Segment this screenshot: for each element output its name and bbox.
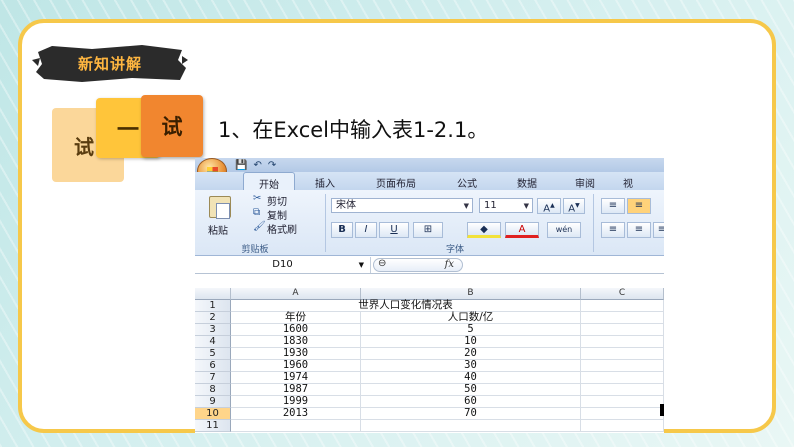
fill-color-button[interactable]: ◆ [467,222,501,238]
shrink-font-button[interactable]: A▼ [563,198,585,214]
row-header[interactable]: 1 [195,300,231,312]
year-cell[interactable]: 2013 [231,408,361,420]
fx-icon: fx [444,259,454,270]
tab-page-layout[interactable]: 页面布局 [355,172,437,190]
table-cell[interactable] [581,300,664,312]
format-painter-button[interactable]: 格式刷 [267,221,297,236]
name-box[interactable]: D10 ▼ [195,257,371,273]
table-cell[interactable] [581,348,664,360]
section-badge-label: 新知讲解 [77,54,142,73]
row-header[interactable]: 5 [195,348,231,360]
table-cell[interactable] [581,384,664,396]
select-all-corner[interactable] [195,288,231,300]
row-header[interactable]: 2 [195,312,231,324]
column-header-a[interactable]: A [231,288,361,300]
tab-insert[interactable]: 插入 [295,172,355,190]
ribbon-gap [195,275,664,286]
row-header[interactable]: 10 [195,408,231,420]
table-cell[interactable] [581,324,664,336]
ribbon-separator [593,194,594,252]
font-size-value: 11 [484,200,497,211]
align-middle-button[interactable]: ≡ [627,198,651,214]
paste-button[interactable]: 粘贴 [208,222,228,237]
tab-view[interactable]: 视 [613,172,643,190]
redo-icon[interactable]: ↷ [268,160,276,171]
table-cell[interactable] [581,336,664,348]
font-color-button[interactable]: A [505,222,539,238]
cut-button[interactable]: 剪切 [267,193,287,208]
ribbon-tabs: 开始 插入 页面布局 公式 数据 审阅 视 [195,172,664,191]
table-cell[interactable] [581,396,664,408]
chevron-down-icon: ▼ [463,202,469,210]
table-cell[interactable] [581,312,664,324]
tab-data[interactable]: 数据 [497,172,557,190]
ribbon-separator [325,194,326,252]
column-header-c[interactable]: C [581,288,664,300]
italic-button[interactable]: I [355,222,377,238]
chevron-down-icon: ▼ [358,261,364,269]
instruction-text: 1、在Excel中输入表1-2.1。 [218,118,489,142]
function-button[interactable]: ⊖ fx [373,258,463,272]
excel-screenshot: 💾 ↶ ↷ 开始 插入 页面布局 公式 数据 审阅 视 粘贴 ✂ 剪切 ⧉ 复制… [195,158,664,433]
formula-bar: D10 ▼ ⊖ fx [195,257,664,274]
formula-icon: ⊖ [378,258,387,269]
phonetic-button[interactable]: wén [547,222,581,238]
ribbon: 粘贴 ✂ 剪切 ⧉ 复制 🖌 格式刷 剪贴板 宋体 ▼ 11 ▼ A▲ A▼ B… [195,190,664,256]
table-cell[interactable] [231,420,361,432]
try-block-3: 试 [141,95,203,157]
row-header[interactable]: 4 [195,336,231,348]
population-cell[interactable]: 70 [361,408,581,420]
cut-icon: ✂ [253,193,262,204]
row-header[interactable]: 6 [195,360,231,372]
save-icon[interactable]: 💾 [235,160,247,171]
align-left-button[interactable]: ≡ [601,222,625,238]
row-header[interactable]: 11 [195,420,231,432]
quick-access-toolbar: 💾 ↶ ↷ [235,158,276,172]
copy-button[interactable]: 复制 [267,207,287,222]
row-header[interactable]: 7 [195,372,231,384]
bold-button[interactable]: B [331,222,353,238]
excel-title-bar: 💾 ↶ ↷ [195,158,664,172]
align-right-button[interactable]: ≡ [653,222,664,238]
table-cell[interactable] [361,420,581,432]
name-box-value: D10 [272,259,293,270]
selected-cell-marker [660,404,664,416]
section-badge: 新知讲解 [32,42,188,84]
clipboard-group-label: 剪贴板 [241,245,269,255]
chevron-down-icon: ▼ [523,202,529,210]
paste-icon[interactable] [209,196,231,219]
grow-font-button[interactable]: A▲ [537,198,561,214]
sheet-title-cell[interactable]: 世界人口变化情况表 [231,300,581,312]
font-group-label: 字体 [445,245,464,255]
row-header[interactable]: 9 [195,396,231,408]
tab-formulas[interactable]: 公式 [437,172,497,190]
copy-icon: ⧉ [253,207,261,218]
table-cell[interactable] [581,420,664,432]
font-name-select[interactable]: 宋体 ▼ [331,198,473,213]
table-cell[interactable] [581,360,664,372]
row-header[interactable]: 3 [195,324,231,336]
table-cell[interactable] [581,372,664,384]
font-size-select[interactable]: 11 ▼ [479,198,533,213]
align-center-button[interactable]: ≡ [627,222,651,238]
border-button[interactable]: ⊞ [413,222,443,238]
tab-home[interactable]: 开始 [243,172,295,191]
row-header[interactable]: 8 [195,384,231,396]
tab-review[interactable]: 审阅 [557,172,613,190]
table-cell[interactable] [581,408,664,420]
format-painter-icon: 🖌 [253,221,266,232]
undo-icon[interactable]: ↶ [253,160,261,171]
font-name-value: 宋体 [336,200,356,211]
underline-button[interactable]: U [379,222,409,238]
align-top-button[interactable]: ≡ [601,198,625,214]
